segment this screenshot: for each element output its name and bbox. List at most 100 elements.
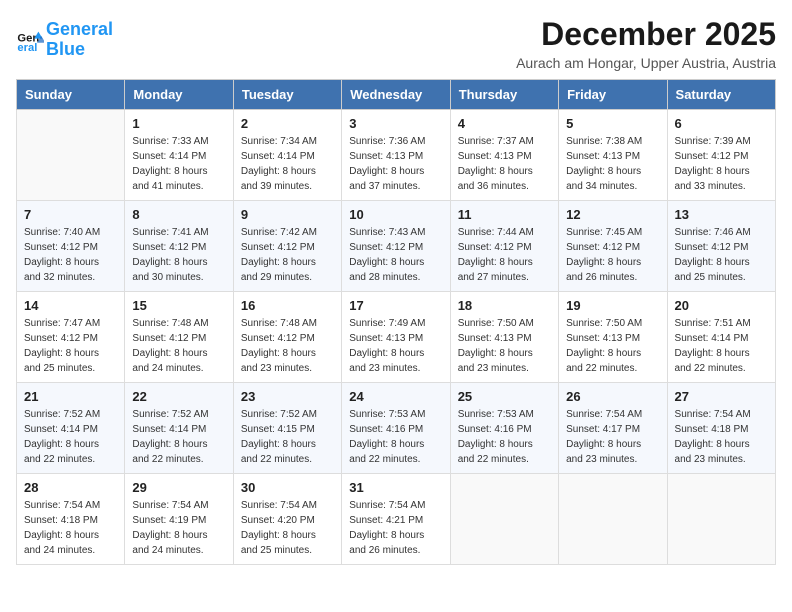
cell-w4-d5: 26 Sunrise: 7:54 AMSunset: 4:17 PMDaylig… [559,383,667,474]
cell-w3-d3: 17 Sunrise: 7:49 AMSunset: 4:13 PMDaylig… [342,292,450,383]
day-number: 29 [132,480,225,495]
day-info: Sunrise: 7:50 AMSunset: 4:13 PMDaylight:… [458,316,551,376]
col-thursday: Thursday [450,80,558,110]
logo-text-line1: General [46,20,113,40]
day-number: 18 [458,298,551,313]
week-row-5: 28 Sunrise: 7:54 AMSunset: 4:18 PMDaylig… [17,474,776,565]
day-info: Sunrise: 7:54 AMSunset: 4:20 PMDaylight:… [241,498,334,558]
cell-w5-d6 [667,474,775,565]
day-number: 21 [24,389,117,404]
cell-w3-d1: 15 Sunrise: 7:48 AMSunset: 4:12 PMDaylig… [125,292,233,383]
day-info: Sunrise: 7:53 AMSunset: 4:16 PMDaylight:… [458,407,551,467]
cell-w1-d0 [17,110,125,201]
day-info: Sunrise: 7:43 AMSunset: 4:12 PMDaylight:… [349,225,442,285]
day-number: 11 [458,207,551,222]
day-info: Sunrise: 7:33 AMSunset: 4:14 PMDaylight:… [132,134,225,194]
day-info: Sunrise: 7:49 AMSunset: 4:13 PMDaylight:… [349,316,442,376]
day-number: 22 [132,389,225,404]
cell-w1-d6: 6 Sunrise: 7:39 AMSunset: 4:12 PMDayligh… [667,110,775,201]
week-row-3: 14 Sunrise: 7:47 AMSunset: 4:12 PMDaylig… [17,292,776,383]
col-tuesday: Tuesday [233,80,341,110]
day-number: 13 [675,207,768,222]
day-number: 26 [566,389,659,404]
cell-w1-d5: 5 Sunrise: 7:38 AMSunset: 4:13 PMDayligh… [559,110,667,201]
cell-w5-d1: 29 Sunrise: 7:54 AMSunset: 4:19 PMDaylig… [125,474,233,565]
cell-w1-d3: 3 Sunrise: 7:36 AMSunset: 4:13 PMDayligh… [342,110,450,201]
day-number: 20 [675,298,768,313]
week-row-4: 21 Sunrise: 7:52 AMSunset: 4:14 PMDaylig… [17,383,776,474]
day-number: 2 [241,116,334,131]
day-number: 4 [458,116,551,131]
day-info: Sunrise: 7:34 AMSunset: 4:14 PMDaylight:… [241,134,334,194]
day-info: Sunrise: 7:51 AMSunset: 4:14 PMDaylight:… [675,316,768,376]
day-number: 6 [675,116,768,131]
day-number: 14 [24,298,117,313]
day-number: 16 [241,298,334,313]
day-info: Sunrise: 7:41 AMSunset: 4:12 PMDaylight:… [132,225,225,285]
calendar-header-row: Sunday Monday Tuesday Wednesday Thursday… [17,80,776,110]
col-wednesday: Wednesday [342,80,450,110]
col-saturday: Saturday [667,80,775,110]
day-info: Sunrise: 7:52 AMSunset: 4:14 PMDaylight:… [24,407,117,467]
day-number: 17 [349,298,442,313]
cell-w5-d4 [450,474,558,565]
day-info: Sunrise: 7:53 AMSunset: 4:16 PMDaylight:… [349,407,442,467]
day-info: Sunrise: 7:54 AMSunset: 4:19 PMDaylight:… [132,498,225,558]
day-info: Sunrise: 7:54 AMSunset: 4:18 PMDaylight:… [24,498,117,558]
day-info: Sunrise: 7:54 AMSunset: 4:18 PMDaylight:… [675,407,768,467]
day-number: 9 [241,207,334,222]
cell-w1-d1: 1 Sunrise: 7:33 AMSunset: 4:14 PMDayligh… [125,110,233,201]
location-subtitle: Aurach am Hongar, Upper Austria, Austria [516,55,776,71]
cell-w2-d6: 13 Sunrise: 7:46 AMSunset: 4:12 PMDaylig… [667,201,775,292]
day-info: Sunrise: 7:36 AMSunset: 4:13 PMDaylight:… [349,134,442,194]
cell-w4-d1: 22 Sunrise: 7:52 AMSunset: 4:14 PMDaylig… [125,383,233,474]
day-number: 28 [24,480,117,495]
day-number: 24 [349,389,442,404]
cell-w5-d5 [559,474,667,565]
logo: Gen eral General Blue [16,20,113,60]
cell-w4-d2: 23 Sunrise: 7:52 AMSunset: 4:15 PMDaylig… [233,383,341,474]
week-row-2: 7 Sunrise: 7:40 AMSunset: 4:12 PMDayligh… [17,201,776,292]
day-info: Sunrise: 7:37 AMSunset: 4:13 PMDaylight:… [458,134,551,194]
day-info: Sunrise: 7:48 AMSunset: 4:12 PMDaylight:… [241,316,334,376]
cell-w1-d2: 2 Sunrise: 7:34 AMSunset: 4:14 PMDayligh… [233,110,341,201]
cell-w3-d6: 20 Sunrise: 7:51 AMSunset: 4:14 PMDaylig… [667,292,775,383]
day-number: 27 [675,389,768,404]
cell-w4-d6: 27 Sunrise: 7:54 AMSunset: 4:18 PMDaylig… [667,383,775,474]
cell-w2-d2: 9 Sunrise: 7:42 AMSunset: 4:12 PMDayligh… [233,201,341,292]
cell-w3-d2: 16 Sunrise: 7:48 AMSunset: 4:12 PMDaylig… [233,292,341,383]
cell-w4-d4: 25 Sunrise: 7:53 AMSunset: 4:16 PMDaylig… [450,383,558,474]
cell-w5-d0: 28 Sunrise: 7:54 AMSunset: 4:18 PMDaylig… [17,474,125,565]
day-info: Sunrise: 7:48 AMSunset: 4:12 PMDaylight:… [132,316,225,376]
svg-text:eral: eral [17,42,37,54]
title-area: December 2025 Aurach am Hongar, Upper Au… [516,16,776,71]
day-info: Sunrise: 7:46 AMSunset: 4:12 PMDaylight:… [675,225,768,285]
day-number: 1 [132,116,225,131]
day-info: Sunrise: 7:52 AMSunset: 4:15 PMDaylight:… [241,407,334,467]
day-number: 12 [566,207,659,222]
week-row-1: 1 Sunrise: 7:33 AMSunset: 4:14 PMDayligh… [17,110,776,201]
col-friday: Friday [559,80,667,110]
day-number: 5 [566,116,659,131]
day-number: 31 [349,480,442,495]
cell-w3-d5: 19 Sunrise: 7:50 AMSunset: 4:13 PMDaylig… [559,292,667,383]
day-info: Sunrise: 7:45 AMSunset: 4:12 PMDaylight:… [566,225,659,285]
day-number: 15 [132,298,225,313]
day-info: Sunrise: 7:50 AMSunset: 4:13 PMDaylight:… [566,316,659,376]
cell-w4-d0: 21 Sunrise: 7:52 AMSunset: 4:14 PMDaylig… [17,383,125,474]
page-header: Gen eral General Blue December 2025 Aura… [16,16,776,71]
day-info: Sunrise: 7:38 AMSunset: 4:13 PMDaylight:… [566,134,659,194]
calendar-table: Sunday Monday Tuesday Wednesday Thursday… [16,79,776,565]
logo-text-line2: Blue [46,40,113,60]
cell-w1-d4: 4 Sunrise: 7:37 AMSunset: 4:13 PMDayligh… [450,110,558,201]
day-info: Sunrise: 7:54 AMSunset: 4:21 PMDaylight:… [349,498,442,558]
cell-w3-d4: 18 Sunrise: 7:50 AMSunset: 4:13 PMDaylig… [450,292,558,383]
col-monday: Monday [125,80,233,110]
col-sunday: Sunday [17,80,125,110]
cell-w2-d4: 11 Sunrise: 7:44 AMSunset: 4:12 PMDaylig… [450,201,558,292]
day-number: 25 [458,389,551,404]
day-number: 23 [241,389,334,404]
day-info: Sunrise: 7:52 AMSunset: 4:14 PMDaylight:… [132,407,225,467]
day-info: Sunrise: 7:42 AMSunset: 4:12 PMDaylight:… [241,225,334,285]
cell-w2-d3: 10 Sunrise: 7:43 AMSunset: 4:12 PMDaylig… [342,201,450,292]
